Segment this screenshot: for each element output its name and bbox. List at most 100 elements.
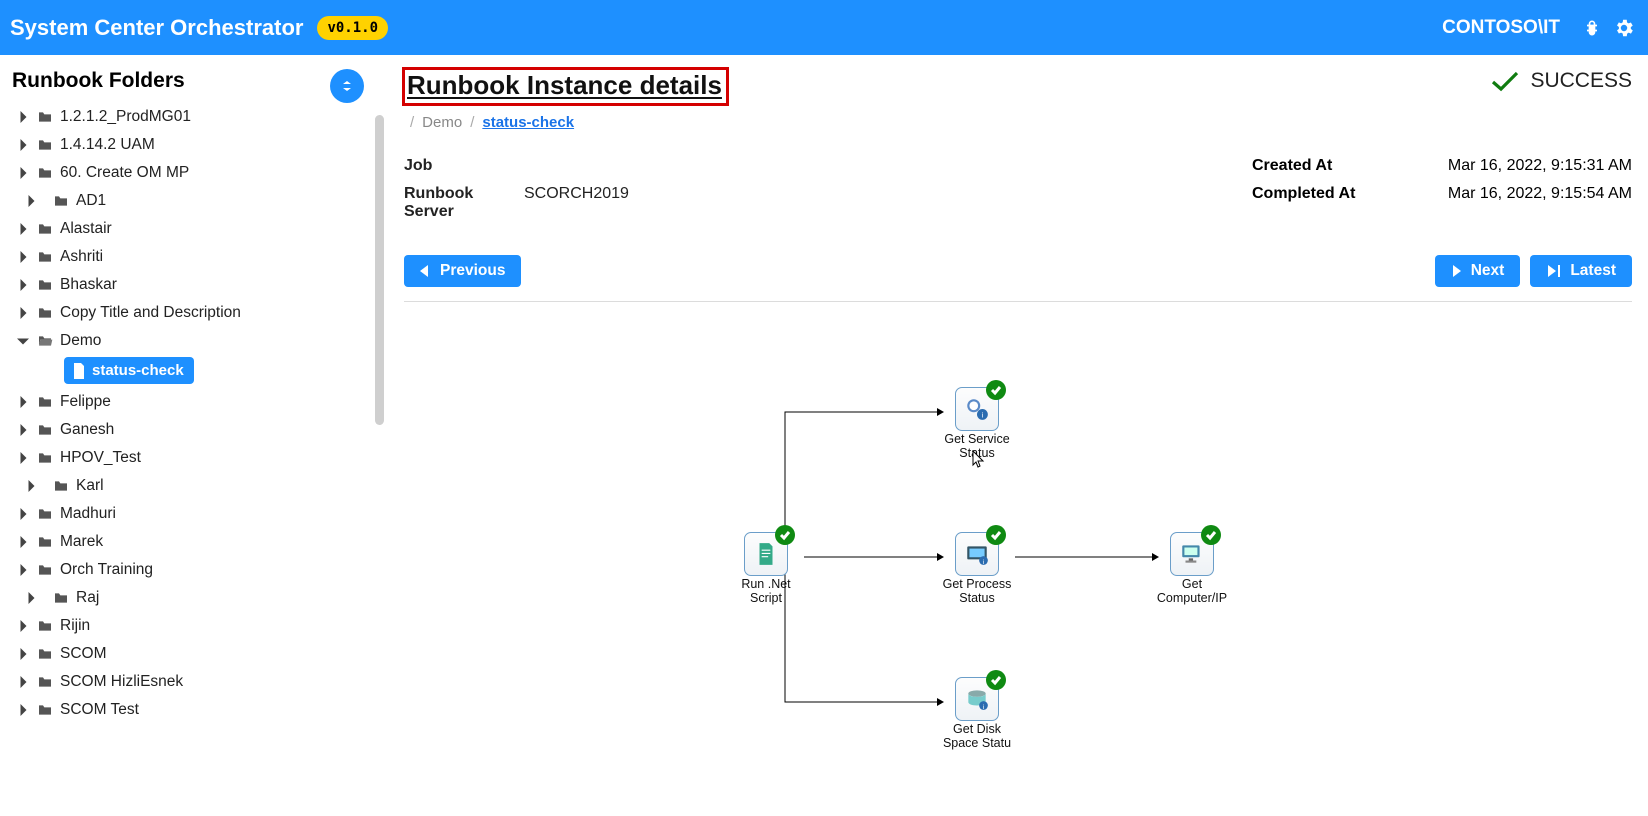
collapse-sidebar-button[interactable] — [330, 69, 364, 103]
tree-label: SCOM — [60, 645, 107, 663]
topbar-right: CONTOSO\IT — [1442, 16, 1636, 40]
chevron-icon[interactable] — [16, 111, 30, 123]
chevron-icon[interactable] — [16, 564, 30, 576]
chevron-icon[interactable] — [16, 536, 30, 548]
chevron-icon[interactable] — [16, 424, 30, 436]
tree-folder[interactable]: SCOM Test — [10, 696, 354, 724]
page-title: Runbook Instance details — [407, 70, 722, 100]
node-label: Run .Net Script — [728, 578, 804, 606]
gear-info-icon: i — [964, 396, 990, 422]
folder-icon — [36, 278, 54, 292]
scrollbar[interactable] — [375, 115, 384, 425]
tree-label: Marek — [60, 533, 103, 551]
gear-icon[interactable] — [1612, 16, 1636, 40]
node-label: Get Computer/IP — [1154, 578, 1230, 606]
chevron-icon[interactable] — [16, 676, 30, 688]
topbar: System Center Orchestrator v0.1.0 CONTOS… — [0, 0, 1648, 55]
tree-label: 1.4.14.2 UAM — [60, 136, 155, 154]
folder-icon — [36, 250, 54, 264]
main-pane: SUCCESS Runbook Instance details / Demo … — [390, 55, 1648, 816]
chevron-icon[interactable] — [16, 307, 30, 319]
tree-folder[interactable]: Madhuri — [10, 500, 354, 528]
tree-label: Demo — [60, 332, 101, 350]
tree-folder[interactable]: Karl — [10, 472, 354, 500]
next-button[interactable]: Next — [1435, 255, 1521, 287]
chevron-icon[interactable] — [16, 704, 30, 716]
chevron-icon[interactable] — [16, 279, 30, 291]
server-label: Runbook Server — [404, 185, 524, 221]
tree-folder[interactable]: Demo — [10, 327, 354, 355]
button-row: Previous Next Latest — [404, 255, 1632, 302]
chevron-icon[interactable] — [16, 648, 30, 660]
folder-icon — [36, 138, 54, 152]
chevron-icon[interactable] — [16, 508, 30, 520]
tree-folder[interactable]: SCOM HizliEsnek — [10, 668, 354, 696]
chevron-icon[interactable] — [24, 195, 38, 207]
tree-folder[interactable]: Ganesh — [10, 416, 354, 444]
completed-value: Mar 16, 2022, 9:15:54 AM — [1412, 185, 1632, 221]
chevron-icon[interactable] — [24, 592, 38, 604]
tree-label: SCOM Test — [60, 701, 139, 719]
node-run-net-script[interactable]: Run .Net Script — [728, 532, 804, 606]
tree-label: Copy Title and Description — [60, 304, 241, 322]
breadcrumb-root[interactable]: Demo — [422, 114, 462, 131]
tree-folder[interactable]: 1.4.14.2 UAM — [10, 131, 354, 159]
sidebar: Runbook Folders 1.2.1.2_ProdMG011.4.14.2… — [0, 55, 390, 816]
folder-icon — [36, 703, 54, 717]
tree-folder[interactable]: SCOM — [10, 640, 354, 668]
chevron-icon[interactable] — [16, 139, 30, 151]
breadcrumb-sep: / — [470, 114, 474, 131]
chevron-icon[interactable] — [16, 620, 30, 632]
folder-icon — [36, 222, 54, 236]
chevron-icon[interactable] — [16, 396, 30, 408]
arrow-left-icon — [420, 265, 430, 277]
bug-icon[interactable] — [1580, 16, 1604, 40]
created-value: Mar 16, 2022, 9:15:31 AM — [1412, 157, 1632, 175]
tree-folder[interactable]: Raj — [10, 584, 354, 612]
tree-folder[interactable]: 60. Create OM MP — [10, 159, 354, 187]
tree-folder[interactable]: Orch Training — [10, 556, 354, 584]
tree-folder[interactable]: Ashriti — [10, 243, 354, 271]
tree-folder[interactable]: HPOV_Test — [10, 444, 354, 472]
folder-icon — [36, 675, 54, 689]
arrow-right-icon — [1451, 265, 1461, 277]
tree-folder[interactable]: Bhaskar — [10, 271, 354, 299]
folder-icon — [36, 647, 54, 661]
tree-label: Ganesh — [60, 421, 114, 439]
computer-icon — [1179, 541, 1205, 567]
node-get-service-status[interactable]: i Get Service Status — [939, 387, 1015, 461]
tree-folder[interactable]: Alastair — [10, 215, 354, 243]
tree-label: Ashriti — [60, 248, 103, 266]
tree-file-selected[interactable]: status-check — [64, 357, 194, 384]
tree-label: Orch Training — [60, 561, 153, 579]
svg-text:i: i — [983, 704, 984, 711]
chevron-icon[interactable] — [16, 251, 30, 263]
breadcrumb: / Demo / status-check — [410, 114, 1632, 131]
previous-button[interactable]: Previous — [404, 255, 521, 287]
tree-label: 1.2.1.2_ProdMG01 — [60, 108, 191, 126]
tree-label: 60. Create OM MP — [60, 164, 189, 182]
latest-label: Latest — [1570, 262, 1616, 280]
tree-folder[interactable]: Copy Title and Description — [10, 299, 354, 327]
chevron-icon[interactable] — [16, 452, 30, 464]
chevron-icon[interactable] — [16, 167, 30, 179]
tree-folder[interactable]: 1.2.1.2_ProdMG01 — [10, 103, 354, 131]
latest-button[interactable]: Latest — [1530, 255, 1632, 287]
node-get-process-status[interactable]: i Get Process Status — [939, 532, 1015, 606]
chevron-icon[interactable] — [16, 223, 30, 235]
tree-folder[interactable]: Rijin — [10, 612, 354, 640]
breadcrumb-leaf[interactable]: status-check — [482, 114, 574, 131]
folder-icon — [36, 166, 54, 180]
tree-label: Rijin — [60, 617, 90, 635]
node-get-computer-ip[interactable]: Get Computer/IP — [1154, 532, 1230, 606]
tree-folder[interactable]: Felippe — [10, 388, 354, 416]
tree-label: Felippe — [60, 393, 111, 411]
chevron-icon[interactable] — [24, 480, 38, 492]
tree-folder[interactable]: Marek — [10, 528, 354, 556]
completed-label: Completed At — [1252, 185, 1412, 221]
tree-folder[interactable]: AD1 — [10, 187, 354, 215]
node-get-disk-space[interactable]: i Get Disk Space Statu — [939, 677, 1015, 751]
folder-tree[interactable]: 1.2.1.2_ProdMG01 1.4.14.2 UAM 60. Create O… — [10, 103, 358, 816]
version-badge: v0.1.0 — [317, 16, 388, 40]
chevron-icon[interactable] — [16, 337, 30, 346]
